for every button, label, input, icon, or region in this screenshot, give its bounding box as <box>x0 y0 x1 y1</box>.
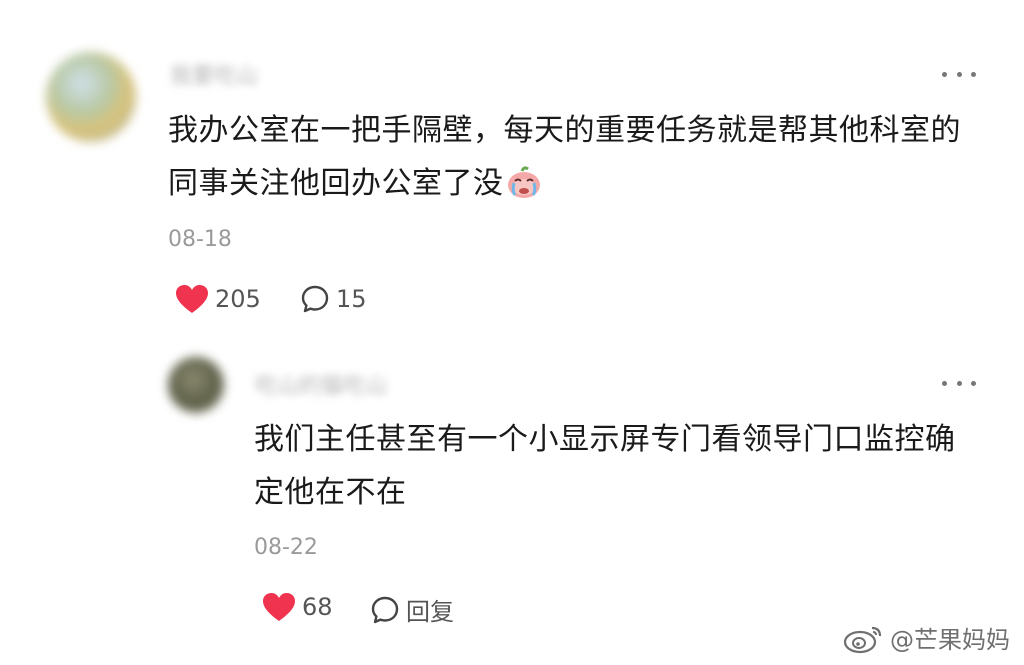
reply-more-options-icon[interactable] <box>942 378 976 388</box>
reply-label: 回复 <box>406 598 454 626</box>
avatar[interactable] <box>46 52 136 142</box>
weibo-icon <box>843 626 882 653</box>
reply-like-count: 68 <box>302 593 333 621</box>
like-button[interactable]: 205 <box>175 284 261 314</box>
like-count: 205 <box>215 285 261 313</box>
reply-username[interactable]: 吃山的猫吃山 <box>255 368 387 400</box>
reply-text: 我们主任甚至有一个小显示屏专门看领导门口监控确定他在不在 <box>254 422 956 510</box>
comment-body: 我办公室在一把手隔壁，每天的重要任务就是帮其他科室的同事关注他回办公室了没 <box>168 113 961 201</box>
comment-text: 我办公室在一把手隔壁，每天的重要任务就是帮其他科室的同事关注他回办公室了没 <box>168 104 988 210</box>
crying-face-icon <box>506 163 542 198</box>
heart-icon <box>176 285 208 313</box>
heart-icon <box>263 593 295 621</box>
reply-date: 08-22 <box>254 535 318 560</box>
comment-bubble-icon <box>371 596 399 623</box>
more-options-icon[interactable] <box>942 69 976 79</box>
reply-button[interactable]: 回复 <box>370 592 454 627</box>
comment-thread: 我要吃山 我办公室在一把手隔壁，每天的重要任务就是帮其他科室的同事关注他回办公室… <box>0 0 1024 665</box>
comment-date: 08-18 <box>168 227 232 252</box>
username[interactable]: 我要吃山 <box>170 58 258 90</box>
reply-like-button[interactable]: 68 <box>262 592 333 622</box>
comment-button[interactable]: 15 <box>300 284 367 314</box>
comment-bubble-icon <box>301 285 329 313</box>
watermark-text: @芒果妈妈 <box>890 626 1010 654</box>
reply-avatar[interactable] <box>168 357 224 413</box>
comment-count: 15 <box>336 285 367 313</box>
watermark: @芒果妈妈 <box>842 620 1010 655</box>
